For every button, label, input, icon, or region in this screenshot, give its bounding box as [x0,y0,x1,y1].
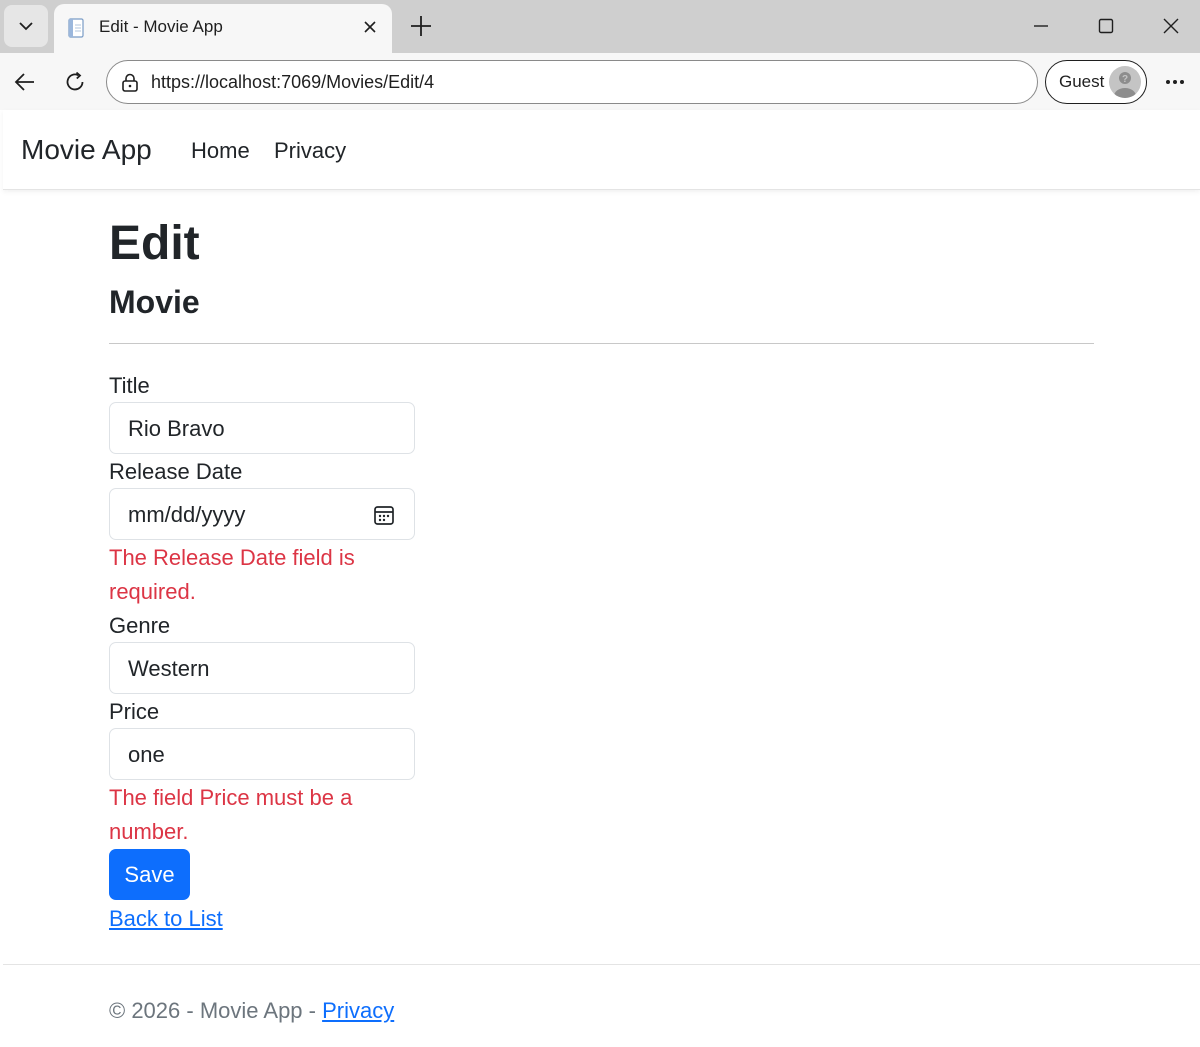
price-label: Price [109,699,160,724]
chevron-down-icon [19,22,33,31]
guest-avatar-icon: ? [1114,72,1136,98]
window-close-button[interactable] [1151,10,1191,42]
profile-label: Guest [1059,72,1105,91]
release-date-placeholder: mm/dd/yyyy [128,502,246,527]
back-to-list-link[interactable]: Back to List [109,906,223,932]
brand-link[interactable]: Movie App [21,134,152,166]
more-icon [1166,80,1184,84]
page-favicon-icon [68,18,84,38]
footer-text: © 2026 - Movie App - Privacy [109,998,394,1024]
svg-text:?: ? [1122,74,1128,85]
plus-icon [411,16,431,36]
footer-privacy-link[interactable]: Privacy [322,998,394,1023]
tab-title: Edit - Movie App [99,17,223,36]
arrow-left-icon [14,73,34,91]
release-date-label: Release Date [109,459,243,484]
close-icon [364,21,376,33]
calendar-icon[interactable] [372,503,396,527]
price-input[interactable]: one [109,728,415,780]
genre-label: Genre [109,613,171,638]
address-bar[interactable]: https://localhost:7069/Movies/Edit/4 [106,60,1038,104]
page-title: Edit [109,217,200,270]
price-error: The field Price must be a number. [109,785,353,844]
title-label: Title [109,373,150,398]
new-tab-button[interactable] [406,11,436,41]
profile-button[interactable]: Guest ? [1045,60,1147,104]
reload-button[interactable] [58,65,92,99]
more-menu-button[interactable] [1158,65,1192,99]
minimize-button[interactable] [1021,10,1061,42]
price-value: one [128,742,165,767]
back-button[interactable] [8,65,42,99]
nav-link-home[interactable]: Home [191,138,250,164]
nav-link-privacy[interactable]: Privacy [274,138,346,164]
page-subtitle: Movie [109,284,200,320]
footer-copyright: © 2026 - Movie App - [109,998,323,1023]
browser-toolbar: https://localhost:7069/Movies/Edit/4 Gue… [0,53,1200,110]
close-icon [1163,18,1179,34]
save-button[interactable]: Save [109,849,190,900]
maximize-button[interactable] [1086,10,1126,42]
divider [109,343,1094,344]
release-date-error: The Release Date field is required. [109,545,355,604]
genre-input[interactable]: Western [109,642,415,694]
tab-list-button[interactable] [4,5,48,47]
avatar: ? [1109,66,1141,98]
web-page: Movie App Home Privacy Edit Movie Title … [3,110,1200,1047]
genre-value: Western [128,656,210,681]
reload-icon [66,71,84,91]
url-text: https://localhost:7069/Movies/Edit/4 [151,72,435,92]
lock-icon[interactable] [119,72,141,94]
title-value: Rio Bravo [128,416,225,441]
minimize-icon [1034,25,1048,27]
site-footer: © 2026 - Movie App - Privacy [3,964,1200,1047]
site-navbar: Movie App Home Privacy [3,110,1200,190]
tab-close-button[interactable] [358,15,382,39]
maximize-icon [1098,18,1114,34]
browser-tab-active[interactable]: Edit - Movie App [54,4,392,53]
title-input[interactable]: Rio Bravo [109,402,415,454]
browser-tabstrip: Edit - Movie App [0,0,1200,53]
release-date-input[interactable]: mm/dd/yyyy [109,488,415,540]
